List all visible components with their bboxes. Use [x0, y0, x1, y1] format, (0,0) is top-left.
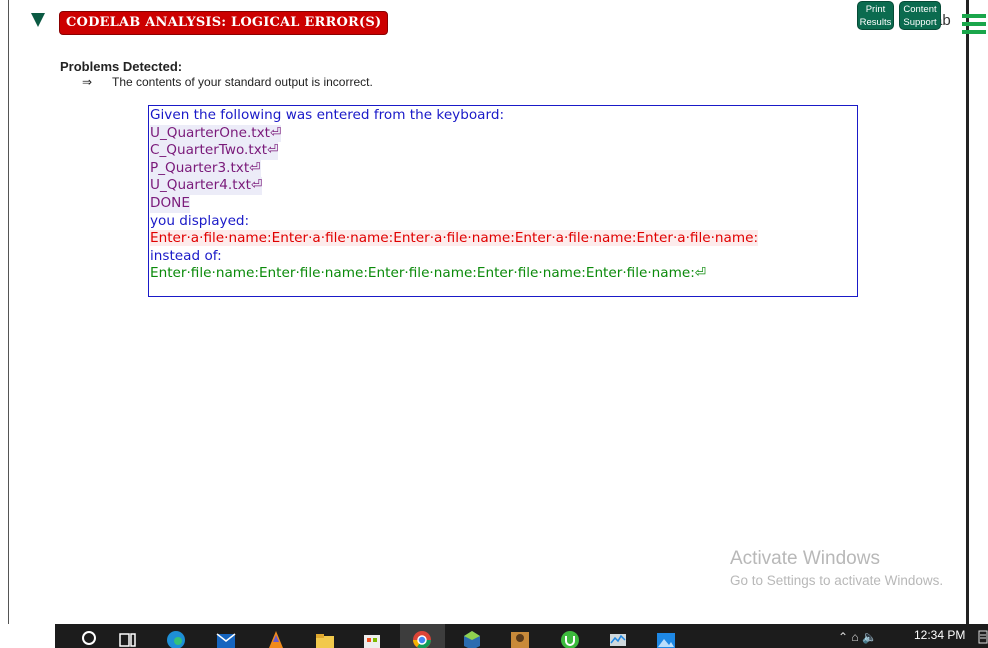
print-results-label-2: Results [859, 17, 892, 28]
taskbar-clock[interactable]: 12:34 PM [914, 628, 965, 642]
instead-label: instead of: [150, 247, 222, 264]
file-explorer-icon[interactable] [315, 628, 335, 648]
logical-error-banner: CODELAB ANALYSIS: LOGICAL ERROR(S) [59, 11, 389, 35]
chevron-up-icon[interactable]: ⌃ [838, 630, 848, 644]
notification-icon[interactable] [978, 630, 988, 644]
chrome-icon[interactable] [412, 628, 432, 648]
input-line: P_Quarter3.txt⏎ [150, 159, 261, 178]
print-results-button[interactable]: Print Results [857, 1, 894, 30]
expected-output: Enter·file·name:Enter·file·name:Enter·fi… [150, 265, 707, 282]
utorrent-icon[interactable] [560, 628, 580, 648]
menu-icon[interactable] [962, 14, 986, 36]
right-border [966, 0, 969, 624]
print-results-label-1: Print [865, 4, 886, 15]
store-icon[interactable] [362, 628, 382, 648]
volume-icon[interactable]: 🔈 [862, 630, 877, 644]
collapse-triangle-icon[interactable] [30, 12, 46, 28]
photos-icon[interactable] [656, 628, 676, 648]
system-tray[interactable]: ⌃ ⌂ 🔈 [838, 630, 877, 644]
app-thumbnail-icon[interactable] [510, 628, 530, 648]
performance-monitor-icon[interactable] [608, 628, 628, 648]
network-icon[interactable]: ⌂ [851, 630, 858, 644]
keyboard-intro: Given the following was entered from the… [150, 107, 505, 123]
content-support-label-2: Support [903, 17, 937, 28]
left-border [8, 0, 9, 624]
start-area[interactable] [0, 624, 55, 648]
search-icon[interactable] [80, 628, 100, 648]
problem-item: ⇒ The contents of your standard output is… [82, 75, 373, 89]
netbeans-icon[interactable] [462, 628, 482, 648]
activate-windows-title: Activate Windows [730, 548, 880, 569]
input-line: U_QuarterOne.txt⏎ [150, 124, 282, 143]
content-support-button[interactable]: Content Support [899, 1, 941, 30]
displayed-label: you displayed: [150, 212, 250, 229]
taskbar: ⌃ ⌂ 🔈 12:34 PM [0, 624, 988, 648]
arrow-icon: ⇒ [82, 75, 93, 89]
mail-icon[interactable] [216, 628, 236, 648]
input-line: DONE [150, 194, 190, 213]
content-support-label-1: Content [903, 4, 937, 15]
input-line: U_Quarter4.txt⏎ [150, 177, 263, 195]
problem-text: The contents of your standard output is … [112, 75, 373, 89]
edge-icon[interactable] [166, 628, 186, 648]
input-line: C_QuarterTwo.txt⏎ [150, 142, 279, 160]
problems-heading: Problems Detected: [60, 59, 183, 74]
output-comparison-box: Given the following was entered from the… [148, 105, 858, 297]
vlc-icon[interactable] [266, 628, 286, 648]
activate-windows-subtitle: Go to Settings to activate Windows. [730, 573, 944, 588]
task-view-icon[interactable] [118, 628, 138, 648]
displayed-output: Enter·a·file·name:Enter·a·file·name:Ente… [150, 230, 759, 247]
